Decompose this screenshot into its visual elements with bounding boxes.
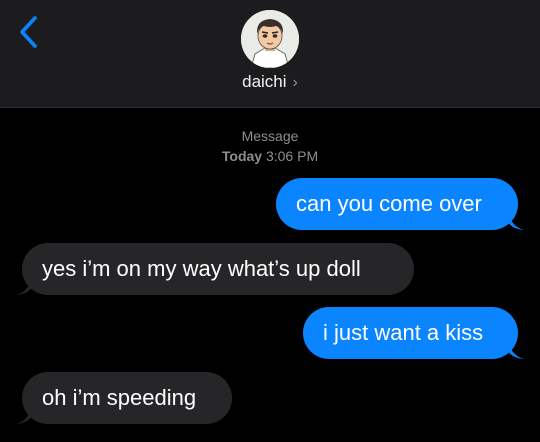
timestamp-time: 3:06 PM xyxy=(265,148,319,164)
chevron-left-icon xyxy=(20,16,37,48)
message-text: yes i’m on my way what’s up doll xyxy=(42,256,361,281)
conversation-header: daichi › xyxy=(0,0,540,108)
timestamp-day: Today xyxy=(221,148,263,164)
conversation-meta: Message Today 3:06 PM xyxy=(0,126,540,166)
message-bubble-incoming[interactable]: oh i’m speeding xyxy=(22,372,232,424)
chevron-right-icon: › xyxy=(292,74,298,91)
back-button[interactable] xyxy=(14,12,44,52)
contact-avatar[interactable] xyxy=(241,10,299,68)
contact-name: daichi xyxy=(242,72,287,91)
message-bubble-outgoing[interactable]: i just want a kiss xyxy=(303,307,518,359)
contact-name-button[interactable]: daichi › xyxy=(0,72,540,92)
message-bubble-incoming[interactable]: yes i’m on my way what’s up doll xyxy=(22,243,414,295)
service-label: Message xyxy=(241,128,299,144)
avatar-image xyxy=(241,10,299,68)
message-text: i just want a kiss xyxy=(323,320,484,345)
message-text: oh i’m speeding xyxy=(42,385,197,410)
message-bubble-outgoing[interactable]: can you come over xyxy=(276,178,518,230)
message-text: can you come over xyxy=(296,191,482,216)
timestamp: Today 3:06 PM xyxy=(0,146,540,166)
